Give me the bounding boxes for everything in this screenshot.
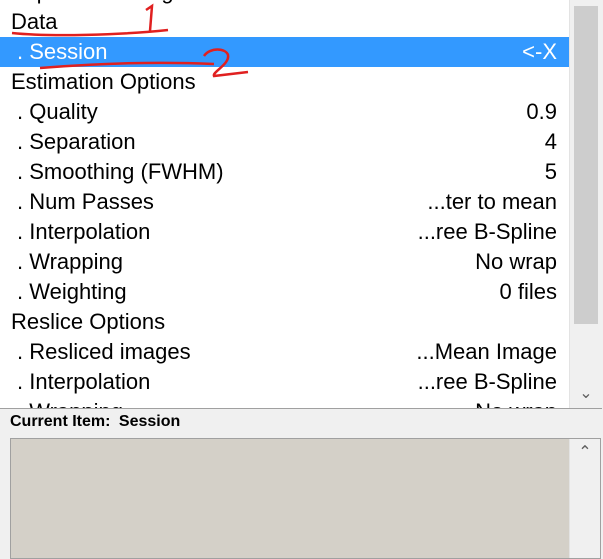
list-item-label: Expected Changes	[11, 0, 197, 7]
list-section-header[interactable]: Estimation Options	[0, 67, 569, 97]
text-vertical-scrollbar[interactable]: ⌃	[569, 439, 600, 558]
options-rows: Expected Changes Data . Session <-X Estimati…	[0, 0, 569, 408]
list-section-header[interactable]: Reslice Options	[0, 307, 569, 337]
list-item[interactable]: . Interpolation ...ree B-Spline	[0, 367, 569, 397]
list-vertical-scrollbar[interactable]: ⌄	[569, 0, 602, 408]
list-item-value: No wrap	[475, 397, 557, 408]
list-item-label: . Interpolation	[17, 369, 151, 394]
list-item-label: . Num Passes	[17, 189, 154, 214]
list-item[interactable]: . Wrapping No wrap	[0, 247, 569, 277]
list-item-label: Estimation Options	[11, 69, 196, 94]
list-item-value: ...ree B-Spline	[417, 219, 557, 244]
list-item[interactable]: . Smoothing (FWHM) 5	[0, 157, 569, 187]
current-item-caption: Current Item:	[10, 413, 111, 430]
list-item-label: . Smoothing (FWHM)	[17, 159, 224, 184]
current-item-label: Current Item: Session	[10, 413, 180, 431]
list-item-value: ...ter to mean	[427, 189, 557, 214]
list-item-value: 4	[544, 129, 557, 154]
list-item-label: . Session	[17, 39, 108, 64]
list-item-label: . Resliced images	[17, 339, 191, 364]
list-item-value: 5	[544, 159, 557, 184]
list-item-value: 0 files	[499, 279, 557, 304]
list-section-header[interactable]: Expected Changes	[0, 0, 569, 7]
list-item-label: . Interpolation	[17, 219, 151, 244]
chevron-down-icon[interactable]: ⌄	[570, 382, 602, 406]
list-item-value: No wrap	[475, 249, 557, 274]
list-section-header[interactable]: Data	[0, 7, 569, 37]
list-item[interactable]: . Separation 4	[0, 127, 569, 157]
current-item-value: Session	[118, 413, 181, 430]
list-item-value: 0.9	[526, 99, 557, 124]
list-scrollbar-thumb[interactable]	[574, 6, 598, 324]
options-listbox[interactable]: Expected Changes Data . Session <-X Estimati…	[0, 0, 602, 409]
list-item-label: Data	[11, 9, 58, 34]
list-item[interactable]: . Quality 0.9	[0, 97, 569, 127]
list-item-label: . Separation	[17, 129, 136, 154]
list-item-value: ...Mean Image	[416, 339, 557, 364]
chevron-up-icon[interactable]: ⌃	[570, 441, 600, 465]
list-item-value: ...ree B-Spline	[417, 369, 557, 394]
list-item-value: <-X	[522, 39, 557, 64]
list-item[interactable]: . Interpolation ...ree B-Spline	[0, 217, 569, 247]
list-item-label: Reslice Options	[11, 309, 166, 334]
list-item[interactable]: . Num Passes ...ter to mean	[0, 187, 569, 217]
list-item-label: . Wrapping	[17, 397, 123, 408]
list-item[interactable]: . Wrapping No wrap	[0, 397, 569, 408]
help-text-area[interactable]: ⌃	[10, 438, 601, 559]
list-item[interactable]: . Resliced images ...Mean Image	[0, 337, 569, 367]
list-item-label: . Wrapping	[17, 249, 123, 274]
list-item[interactable]: . Weighting 0 files	[0, 277, 569, 307]
list-item[interactable]: . Session <-X	[0, 37, 569, 67]
list-item-label: . Quality	[17, 99, 98, 124]
list-item-label: . Weighting	[17, 279, 127, 304]
